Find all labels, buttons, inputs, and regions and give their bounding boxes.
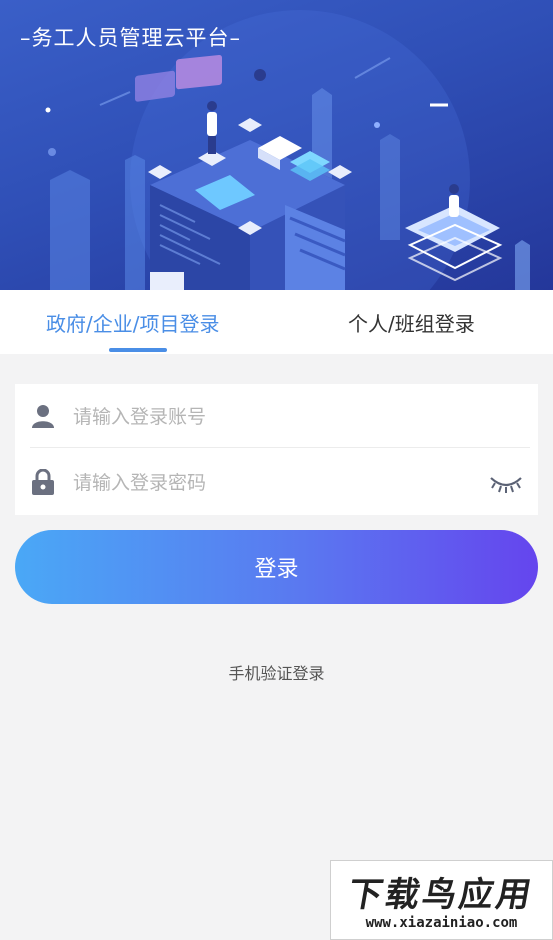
field-divider [30,447,530,448]
account-input[interactable] [71,398,475,436]
watermark-logo: 下载鸟应用 www.xiazainiao.com [330,860,553,940]
account-field [15,384,538,448]
lock-icon [32,469,54,495]
tab-personal-team-login[interactable]: 个人/班组登录 [348,308,475,337]
password-input[interactable] [71,464,475,502]
watermark-url: www.xiazainiao.com [365,915,518,931]
login-button[interactable]: 登录 [15,530,538,604]
sms-verification-login-link[interactable]: 手机验证登录 [0,660,553,684]
watermark-title: 下载鸟应用 [344,875,537,915]
hero-banner: –务工人员管理云平台– [0,0,553,290]
active-tab-indicator [109,348,167,352]
user-icon [32,405,54,428]
login-type-tabs: 政府/企业/项目登录 个人/班组登录 [0,290,553,354]
password-field [15,450,538,514]
eye-closed-icon[interactable] [489,474,523,496]
tab-gov-enterprise-project-login[interactable]: 政府/企业/项目登录 [46,308,219,337]
app-title: –务工人员管理云平台– [20,26,241,50]
login-page: –务工人员管理云平台– 政府/企业/项目登录 个人/班组登录 请输入登录账号 登… [0,0,553,940]
login-form [15,384,538,515]
